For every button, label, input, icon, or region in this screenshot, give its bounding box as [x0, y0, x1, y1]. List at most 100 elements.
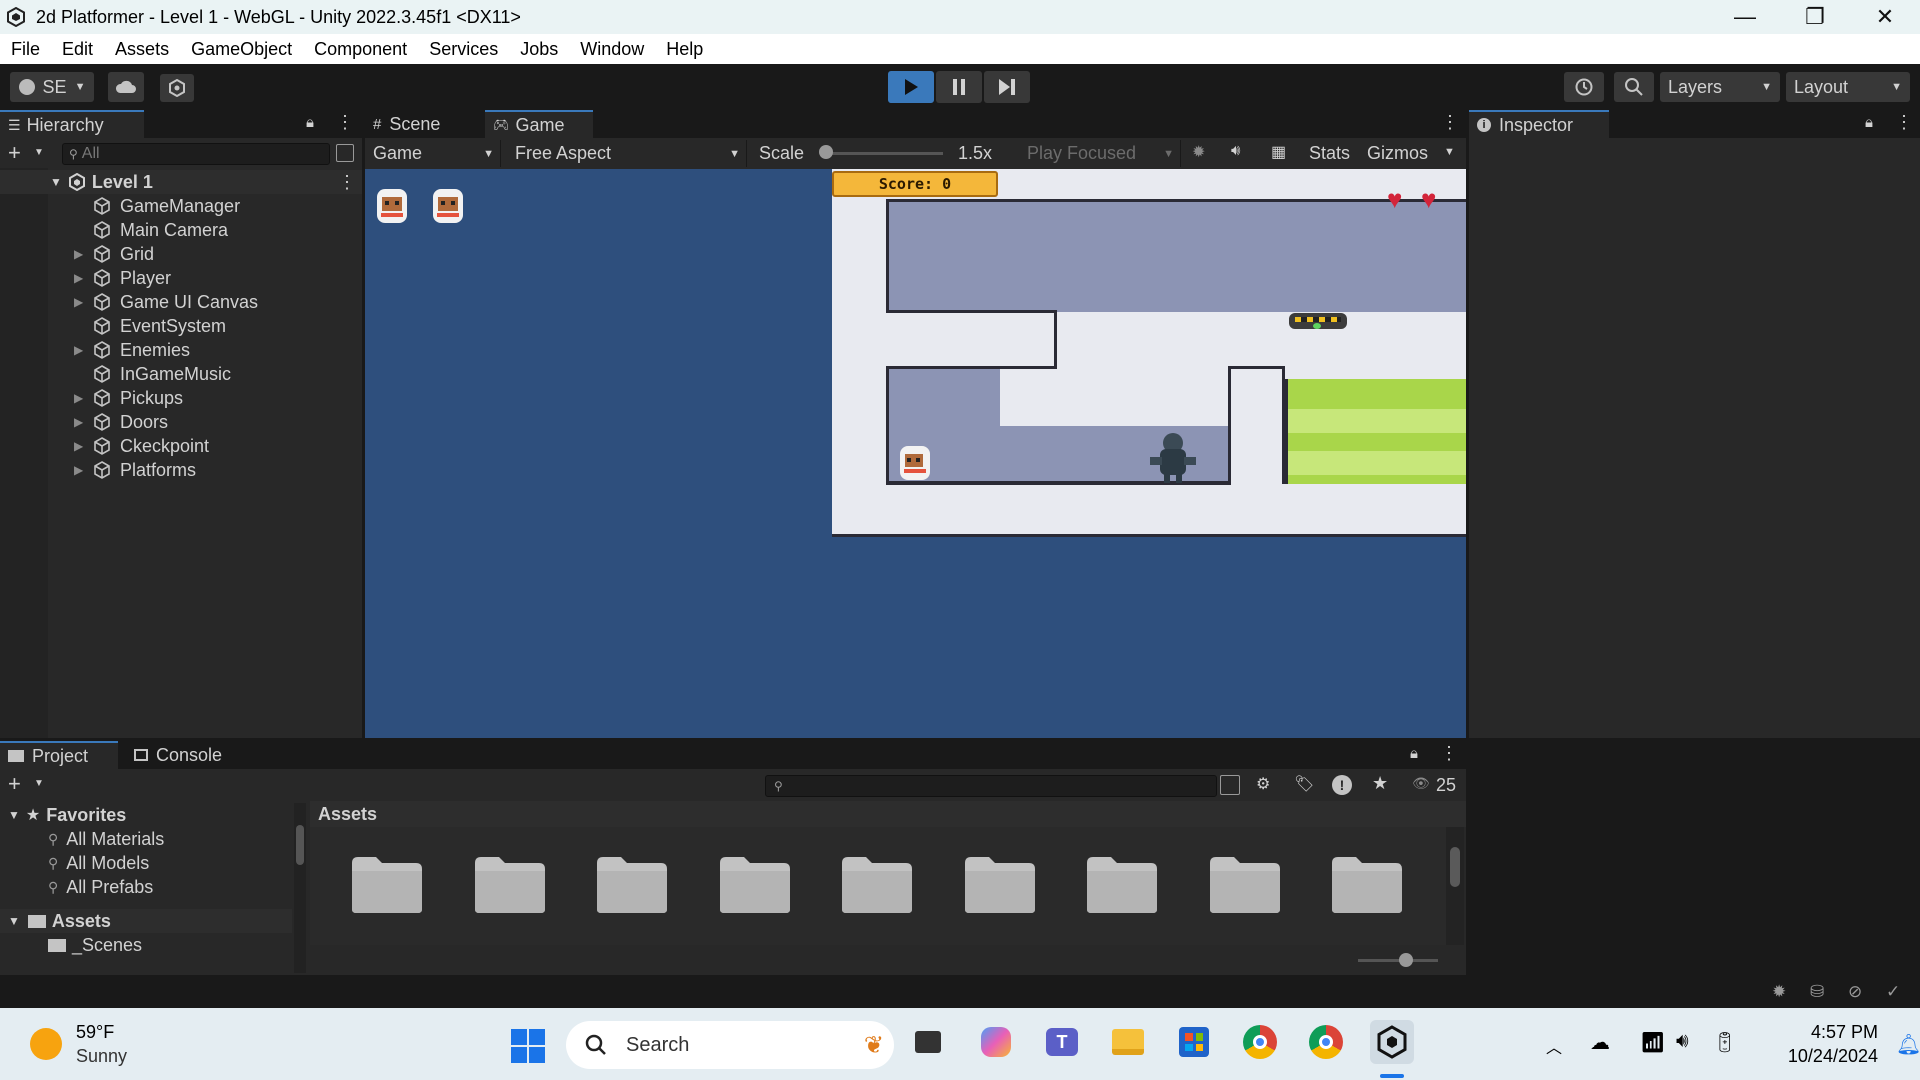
- menu-edit[interactable]: Edit: [62, 39, 93, 60]
- file-explorer-icon[interactable]: [1106, 1020, 1150, 1064]
- account-dropdown[interactable]: SE ▼: [10, 72, 94, 102]
- undo-history-button[interactable]: [1564, 72, 1604, 102]
- menu-file[interactable]: File: [11, 39, 40, 60]
- grid-scrollbar-thumb[interactable]: [1450, 847, 1460, 887]
- menu-component[interactable]: Component: [314, 39, 407, 60]
- favorites-row[interactable]: ▼ ★ Favorites: [0, 803, 126, 827]
- folder-icon[interactable]: [473, 853, 547, 915]
- game-viewport[interactable]: Score: 0 ♥ ♥: [365, 169, 1466, 738]
- expand-arrow-icon[interactable]: ▶: [74, 247, 86, 261]
- bug-icon[interactable]: ✹: [1192, 142, 1205, 162]
- step-button[interactable]: [984, 71, 1030, 103]
- lock-icon[interactable]: 🔒︎: [1865, 114, 1873, 131]
- lock-icon[interactable]: 🔒︎: [306, 114, 314, 131]
- layers-dropdown[interactable]: Layers ▼: [1660, 72, 1780, 102]
- store-icon[interactable]: [1172, 1020, 1216, 1064]
- unity-taskbar-icon[interactable]: [1370, 1020, 1414, 1064]
- folder-icon[interactable]: [963, 853, 1037, 915]
- star-favorite-icon[interactable]: ★: [1372, 773, 1388, 794]
- menu-assets[interactable]: Assets: [115, 39, 169, 60]
- chevron-down-icon[interactable]: ▼: [34, 778, 44, 789]
- favorite-item[interactable]: ⚲ All Prefabs: [0, 875, 153, 899]
- hierarchy-item[interactable]: ▶ Game UI Canvas: [0, 290, 362, 314]
- checkmark-icon[interactable]: ✓: [1886, 982, 1900, 1002]
- scene-row[interactable]: ▼ Level 1 ⋮: [0, 170, 362, 194]
- aspect-dropdown[interactable]: Free Aspect ▼: [509, 140, 747, 167]
- chevron-down-icon[interactable]: ▼: [34, 147, 44, 158]
- cache-icon[interactable]: ⛁: [1810, 982, 1824, 1002]
- restore-button[interactable]: ❐: [1780, 0, 1850, 34]
- kebab-menu-icon[interactable]: ⋮: [1895, 112, 1913, 133]
- folder-icon[interactable]: [1085, 853, 1159, 915]
- task-view-icon[interactable]: [906, 1020, 950, 1064]
- create-asset-button[interactable]: +: [8, 771, 21, 797]
- icon-size-slider[interactable]: [1358, 959, 1438, 962]
- hierarchy-item[interactable]: InGameMusic: [0, 362, 362, 386]
- kebab-menu-icon[interactable]: ⋮: [1441, 112, 1459, 133]
- breadcrumb-assets[interactable]: Assets: [318, 804, 377, 825]
- tab-hierarchy[interactable]: ☰ Hierarchy: [0, 110, 144, 138]
- hierarchy-item[interactable]: Main Camera: [0, 218, 362, 242]
- sun-icon[interactable]: [30, 1028, 62, 1060]
- scene-search-icon[interactable]: [336, 144, 354, 162]
- hierarchy-item[interactable]: ▶ Player: [0, 266, 362, 290]
- teams-icon[interactable]: T: [1040, 1020, 1084, 1064]
- start-button[interactable]: [510, 1028, 546, 1064]
- menu-gameobject[interactable]: GameObject: [191, 39, 292, 60]
- kebab-menu-icon[interactable]: ⋮: [338, 172, 356, 193]
- folder-icon[interactable]: [1208, 853, 1282, 915]
- expand-arrow-icon[interactable]: ▶: [74, 343, 86, 357]
- debug-off-icon[interactable]: ✹: [1772, 982, 1786, 1002]
- search-button[interactable]: [1614, 72, 1654, 102]
- hierarchy-item[interactable]: GameManager: [0, 194, 362, 218]
- gizmos-button[interactable]: Gizmos: [1367, 143, 1428, 164]
- folder-icon[interactable]: [718, 853, 792, 915]
- tree-scrollbar-thumb[interactable]: [296, 825, 304, 865]
- hierarchy-item[interactable]: ▶ Platforms: [0, 458, 362, 482]
- menu-window[interactable]: Window: [580, 39, 644, 60]
- grid-toggle-icon[interactable]: ▦: [1271, 142, 1286, 162]
- add-object-button[interactable]: +: [8, 140, 21, 166]
- warning-filter-icon[interactable]: !: [1332, 775, 1352, 795]
- battery-icon[interactable]: 🔋︎: [1712, 1030, 1737, 1055]
- scene-search-icon[interactable]: [1220, 775, 1240, 795]
- mute-audio-icon[interactable]: 🔊︎: [1231, 142, 1240, 159]
- scale-slider-handle[interactable]: [819, 145, 833, 159]
- expand-arrow-icon[interactable]: ▶: [74, 295, 86, 309]
- chevron-up-icon[interactable]: ︿: [1546, 1034, 1562, 1058]
- minimize-button[interactable]: —: [1710, 0, 1780, 34]
- close-button[interactable]: ✕: [1850, 0, 1920, 34]
- grid-scrollbar[interactable]: [1446, 827, 1464, 945]
- clock-date[interactable]: 10/24/2024: [1762, 1046, 1878, 1067]
- expand-arrow-icon[interactable]: ▶: [74, 415, 86, 429]
- hierarchy-item[interactable]: ▶ Doors: [0, 410, 362, 434]
- favorite-item[interactable]: ⚲ All Models: [0, 851, 149, 875]
- folder-icon[interactable]: [1330, 853, 1404, 915]
- weather-temp[interactable]: 59°F: [76, 1022, 114, 1043]
- expand-arrow-icon[interactable]: ▶: [74, 439, 86, 453]
- hierarchy-search-input[interactable]: ⚲ All: [62, 143, 330, 165]
- tab-game[interactable]: 🎮︎ Game: [485, 110, 593, 138]
- volume-icon[interactable]: 🔊︎: [1676, 1030, 1689, 1053]
- folder-icon[interactable]: [350, 853, 424, 915]
- network-off-icon[interactable]: ⊘: [1848, 982, 1862, 1002]
- tab-console[interactable]: Console: [126, 741, 246, 769]
- hidden-eye-icon[interactable]: 👁︎: [1412, 775, 1430, 792]
- tab-scene[interactable]: # Scene: [365, 110, 483, 138]
- chrome-icon[interactable]: [1238, 1020, 1282, 1064]
- hierarchy-item[interactable]: ▶ Enemies: [0, 338, 362, 362]
- kebab-menu-icon[interactable]: ⋮: [1440, 743, 1458, 764]
- expand-arrow-icon[interactable]: ▶: [74, 391, 86, 405]
- display-dropdown[interactable]: Game ▼: [367, 140, 501, 167]
- hierarchy-item[interactable]: EventSystem: [0, 314, 362, 338]
- icon-size-slider-handle[interactable]: [1399, 953, 1413, 967]
- label-tag-icon[interactable]: 🏷︎: [1294, 774, 1314, 794]
- folder-icon[interactable]: [840, 853, 914, 915]
- chevron-down-icon[interactable]: ▼: [1444, 146, 1455, 158]
- tree-scrollbar-track[interactable]: [294, 803, 306, 973]
- hierarchy-item[interactable]: ▶ Ckeckpoint: [0, 434, 362, 458]
- play-button[interactable]: [888, 71, 934, 103]
- menu-help[interactable]: Help: [666, 39, 703, 60]
- pause-button[interactable]: [936, 71, 982, 103]
- collab-button[interactable]: [160, 74, 194, 102]
